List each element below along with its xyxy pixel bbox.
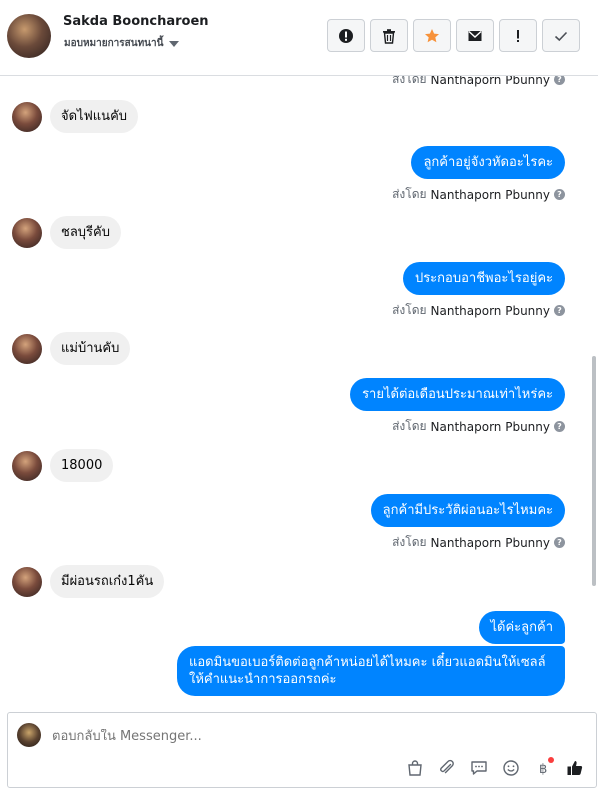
message-bubble-out[interactable]: ประกอบอาชีพอะไรอยู่คะ xyxy=(402,262,565,295)
sent-by-prefix: ส่งโดย xyxy=(392,419,427,433)
sent-by-name[interactable]: Nanthaporn Pbunny xyxy=(431,76,550,87)
sender-avatar[interactable] xyxy=(12,217,42,248)
svg-text:฿: ฿ xyxy=(539,762,547,777)
mark-spam-button[interactable] xyxy=(327,19,365,52)
sent-by-line: ส่งโดย Nanthaporn Pbunny ? xyxy=(392,301,565,320)
sent-by-name[interactable]: Nanthaporn Pbunny xyxy=(431,536,550,550)
emoji-icon xyxy=(503,760,519,776)
message-row-in: ชลบุรีคับ xyxy=(12,216,121,249)
message-bubble-in[interactable]: จัดไฟแนคับ xyxy=(50,100,139,133)
page-avatar xyxy=(17,723,41,747)
sent-by-line: ส่งโดย Nanthaporn Pbunny ? xyxy=(392,417,565,436)
message-row-in: แม่บ้านคับ xyxy=(12,332,131,365)
saved-reply-icon xyxy=(471,761,487,775)
delete-button[interactable] xyxy=(370,19,408,52)
mark-unread-button[interactable] xyxy=(456,19,494,52)
saved-reply-button[interactable] xyxy=(468,757,490,779)
mark-done-button[interactable] xyxy=(542,19,580,52)
thumbs-up-icon xyxy=(567,761,583,775)
question-icon[interactable]: ? xyxy=(554,189,565,200)
reply-input[interactable] xyxy=(52,729,552,744)
question-icon[interactable]: ? xyxy=(554,305,565,316)
composer-toolbar: ฿ xyxy=(404,757,586,779)
caret-down-icon xyxy=(169,40,180,47)
paperclip-icon xyxy=(440,759,454,774)
star-icon xyxy=(425,28,439,42)
sent-by-prefix: ส่งโดย xyxy=(392,187,427,201)
sent-by-prefix: ส่งโดย xyxy=(392,76,427,86)
contact-name[interactable]: Sakda Booncharoen xyxy=(63,14,209,29)
thread-scrollbar[interactable] xyxy=(592,356,596,586)
message-group-out: รายได้ต่อเดือนประมาณเท่าไหร่คะ ส่งโดย Na… xyxy=(350,378,565,436)
message-bubble-in[interactable]: มีผ่อนรถเก๋ง1คัน xyxy=(50,565,165,598)
sent-by-line: ส่งโดย Nanthaporn Pbunny ? xyxy=(392,533,565,552)
follow-up-button[interactable] xyxy=(499,19,537,52)
sent-by-line: ส่งโดย Nanthaporn Pbunny ? xyxy=(392,185,565,204)
assign-conversation-dropdown[interactable]: มอบหมายการสนทนานี้ xyxy=(64,36,180,51)
payment-button[interactable]: ฿ xyxy=(532,757,554,779)
message-row-in: จัดไฟแนคับ xyxy=(12,100,139,133)
sender-avatar[interactable] xyxy=(12,566,42,597)
contact-avatar[interactable] xyxy=(7,14,51,58)
shop-bag-icon xyxy=(408,760,422,776)
message-group-out: ลูกค้ามีประวัติผ่อนอะไรไหมคะ ส่งโดย Nant… xyxy=(370,494,565,552)
trash-icon xyxy=(383,28,395,44)
sender-avatar[interactable] xyxy=(12,333,42,364)
envelope-icon xyxy=(468,30,482,41)
emoji-button[interactable] xyxy=(500,757,522,779)
message-bubble-out[interactable]: ได้ค่ะลูกค้า xyxy=(478,611,565,644)
attach-button[interactable] xyxy=(436,757,458,779)
message-row-in: มีผ่อนรถเก๋ง1คัน xyxy=(12,565,165,598)
message-group-out: ประกอบอาชีพอะไรอยู่คะ ส่งโดย Nanthaporn … xyxy=(392,262,565,320)
message-group-out: ได้ค่ะลูกค้า แอดมินขอเบอร์ติดต่อลูกค้าหน… xyxy=(177,611,565,696)
conversation-toolbar xyxy=(327,19,580,52)
reply-composer: ฿ xyxy=(7,712,597,788)
exclamation-icon xyxy=(517,29,519,42)
message-bubble-out[interactable]: รายได้ต่อเดือนประมาณเท่าไหร่คะ xyxy=(350,378,565,411)
sent-by-name[interactable]: Nanthaporn Pbunny xyxy=(431,188,550,202)
check-icon xyxy=(554,31,568,41)
message-group-out: ส่งโดย Nanthaporn Pbunny ? xyxy=(392,76,565,89)
message-bubble-out[interactable]: แอดมินขอเบอร์ติดต่อลูกค้าหน่อยได้ไหมคะ เ… xyxy=(177,646,565,696)
question-icon[interactable]: ? xyxy=(554,421,565,432)
message-thread[interactable]: ส่งโดย Nanthaporn Pbunny ? จัดไฟแนคับ ลู… xyxy=(0,76,598,708)
like-button[interactable] xyxy=(564,757,586,779)
message-row-in: 18000 xyxy=(12,449,114,482)
message-bubble-in[interactable]: แม่บ้านคับ xyxy=(50,332,131,365)
sender-avatar[interactable] xyxy=(12,450,42,481)
sent-by-prefix: ส่งโดย xyxy=(392,303,427,317)
notification-dot xyxy=(548,757,554,763)
sent-by-name[interactable]: Nanthaporn Pbunny xyxy=(431,420,550,434)
message-group-out: ลูกค้าอยู่จังวหัดอะไรคะ ส่งโดย Nanthapor… xyxy=(392,146,565,204)
assign-label: มอบหมายการสนทนานี้ xyxy=(64,38,164,49)
sender-avatar[interactable] xyxy=(12,101,42,132)
star-button[interactable] xyxy=(413,19,451,52)
message-bubble-in[interactable]: ชลบุรีคับ xyxy=(50,216,121,249)
question-icon[interactable]: ? xyxy=(554,76,565,85)
message-bubble-out[interactable]: ลูกค้ามีประวัติผ่อนอะไรไหมคะ xyxy=(370,494,565,527)
message-bubble-in[interactable]: 18000 xyxy=(50,449,114,482)
conversation-header: Sakda Booncharoen มอบหมายการสนทนานี้ xyxy=(0,0,598,76)
sent-by-prefix: ส่งโดย xyxy=(392,535,427,549)
message-bubble-out[interactable]: ลูกค้าอยู่จังวหัดอะไรคะ xyxy=(411,146,565,179)
question-icon[interactable]: ? xyxy=(554,537,565,548)
alert-circle-icon xyxy=(339,28,353,43)
shop-bag-button[interactable] xyxy=(404,757,426,779)
sent-by-line: ส่งโดย Nanthaporn Pbunny ? xyxy=(392,76,565,89)
sent-by-name[interactable]: Nanthaporn Pbunny xyxy=(431,304,550,318)
